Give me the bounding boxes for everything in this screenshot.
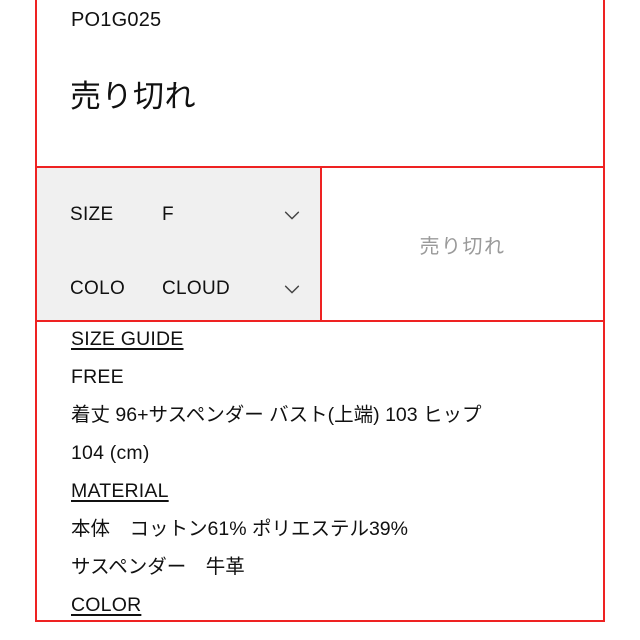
product-page-frame: PO1G025 売り切れ SIZE F COLO CLOUD 売り切れ SIZE… [35,0,605,622]
color-heading-line: COLOR [71,586,597,620]
measurements-line-2: 104 (cm) [71,442,150,464]
product-soldout-heading: 売り切れ [70,79,196,114]
color-heading: COLOR [71,594,142,616]
product-heading-region: PO1G025 売り切れ [37,0,603,166]
measurements-line-1: 着丈 96+サスペンダー バスト(上端) 103 ヒップ [71,404,482,426]
purchase-bar: SIZE F COLO CLOUD 売り切れ [37,166,603,322]
material-heading-line: MATERIAL [71,472,597,510]
material-body-composition: 本体 コットン61% ポリエステル39% [71,518,408,540]
size-selector[interactable]: SIZE F [37,198,320,232]
soldout-button[interactable]: 売り切れ [420,230,506,259]
color-selector[interactable]: COLO CLOUD [37,272,320,306]
material-heading: MATERIAL [71,480,169,502]
color-selector-value: CLOUD [162,278,231,299]
size-guide-heading: SIZE GUIDE [71,328,184,350]
material-suspender-composition: サスペンダー 牛革 [71,556,245,578]
product-details-region: SIZE GUIDE FREE 着丈 96+サスペンダー バスト(上端) 103… [37,322,603,620]
variant-selector-panel: SIZE F COLO CLOUD [37,168,322,320]
chevron-down-icon [281,204,303,226]
size-selector-value: F [162,204,174,225]
size-name: FREE [71,366,124,388]
product-sku: PO1G025 [71,9,162,31]
purchase-action-panel: 売り切れ [322,168,603,320]
color-selector-label: COLO [70,278,126,299]
size-guide-heading-line: SIZE GUIDE [71,322,597,358]
size-selector-label: SIZE [70,204,114,225]
chevron-down-icon [281,278,303,300]
